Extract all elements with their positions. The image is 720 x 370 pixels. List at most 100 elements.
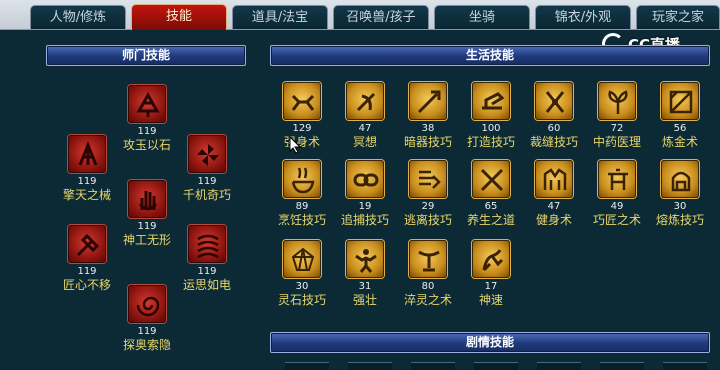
- skill-level: 129: [292, 123, 312, 134]
- skill-level: 29: [421, 201, 435, 212]
- skill-name: 匠心不移: [62, 278, 111, 292]
- skill-level: 30: [673, 201, 687, 212]
- meditation-icon: [346, 82, 384, 120]
- sect-skill-4[interactable]: 119 神工无形: [117, 180, 177, 247]
- body-strength-icon: [283, 82, 321, 120]
- plot-skill-slot[interactable]: [285, 362, 329, 370]
- life-skill-9[interactable]: 19 追捕技巧: [335, 160, 395, 227]
- sect-skill-2[interactable]: 119 擎天之械: [57, 135, 117, 202]
- life-skill-1[interactable]: 129 强身术: [272, 82, 332, 149]
- life-skill-6[interactable]: 72 中药医理: [587, 82, 647, 149]
- skill-level: 119: [137, 326, 157, 337]
- skill-level: 60: [547, 123, 561, 134]
- skill-name: 强壮: [352, 293, 377, 307]
- swirl-icon: [188, 225, 226, 263]
- tab-home[interactable]: 玩家之家: [636, 5, 720, 29]
- plot-skill-slot[interactable]: [348, 362, 392, 370]
- skill-level: 119: [77, 266, 97, 277]
- tab-items[interactable]: 道具/法宝: [232, 5, 328, 29]
- sect-skill-1[interactable]: 119 攻玉以石: [117, 85, 177, 152]
- skill-name: 淬灵之术: [403, 293, 452, 307]
- sect-skill-3[interactable]: 119 千机奇巧: [177, 135, 237, 202]
- muscle-icon: [346, 240, 384, 278]
- life-skill-3[interactable]: 38 暗器技巧: [398, 82, 458, 149]
- skill-name: 神工无形: [122, 233, 171, 247]
- tab-appearance[interactable]: 锦衣/外观: [535, 5, 631, 29]
- alchemy-icon: [661, 82, 699, 120]
- sect-skill-7[interactable]: 119 探奥索隐: [117, 285, 177, 352]
- sect-skill-5[interactable]: 119 匠心不移: [57, 225, 117, 292]
- hammer-icon: [68, 225, 106, 263]
- life-skill-12[interactable]: 47 健身术: [524, 160, 584, 227]
- skill-level: 47: [547, 201, 561, 212]
- skill-name: 烹饪技巧: [277, 213, 326, 227]
- plot-skill-slot[interactable]: [663, 362, 707, 370]
- fitness-icon: [535, 160, 573, 198]
- life-skill-16[interactable]: 31 强壮: [335, 240, 395, 307]
- skill-level: 119: [197, 176, 217, 187]
- scissors-icon: [535, 82, 573, 120]
- life-skill-10[interactable]: 29 逃离技巧: [398, 160, 458, 227]
- gem-crush-icon: [128, 85, 166, 123]
- pinwheel-icon: [188, 135, 226, 173]
- hand-icon: [128, 180, 166, 218]
- sect-skills-header: 师门技能: [46, 45, 246, 66]
- cooking-icon: [283, 160, 321, 198]
- skill-level: 31: [358, 281, 372, 292]
- skill-name: 巧匠之术: [592, 213, 641, 227]
- herb-icon: [598, 82, 636, 120]
- skill-level: 56: [673, 123, 687, 134]
- health-icon: [472, 160, 510, 198]
- life-skill-15[interactable]: 30 灵石技巧: [272, 240, 332, 307]
- plot-skill-slot[interactable]: [474, 362, 518, 370]
- skill-name: 千机奇巧: [182, 188, 231, 202]
- life-skill-7[interactable]: 56 炼金术: [650, 82, 710, 149]
- skill-level: 119: [137, 126, 157, 137]
- tower-mech-icon: [68, 135, 106, 173]
- plot-skill-slot[interactable]: [600, 362, 644, 370]
- sect-skill-6[interactable]: 119 运思如电: [177, 225, 237, 292]
- skill-name: 养生之道: [466, 213, 515, 227]
- skill-name: 暗器技巧: [403, 135, 452, 149]
- tab-bar: 人物/修炼 技能 道具/法宝 召唤兽/孩子 坐骑 锦衣/外观 玩家之家: [0, 0, 720, 30]
- skill-name: 灵石技巧: [277, 293, 326, 307]
- forging-icon: [472, 82, 510, 120]
- plot-skill-slot[interactable]: [537, 362, 581, 370]
- life-skill-18[interactable]: 17 神速: [461, 240, 521, 307]
- dart-icon: [409, 82, 447, 120]
- skill-name: 裁缝技巧: [529, 135, 578, 149]
- tab-summons[interactable]: 召唤兽/孩子: [333, 5, 429, 29]
- skill-level: 30: [295, 281, 309, 292]
- life-skill-14[interactable]: 30 熔炼技巧: [650, 160, 710, 227]
- craftsman-icon: [598, 160, 636, 198]
- life-skill-8[interactable]: 89 烹饪技巧: [272, 160, 332, 227]
- tab-mounts[interactable]: 坐骑: [434, 5, 530, 29]
- tempering-icon: [409, 240, 447, 278]
- life-skill-4[interactable]: 100 打造技巧: [461, 82, 521, 149]
- life-skill-11[interactable]: 65 养生之道: [461, 160, 521, 227]
- plot-skill-slot[interactable]: [411, 362, 455, 370]
- spirit-stone-icon: [283, 240, 321, 278]
- skill-level: 65: [484, 201, 498, 212]
- skill-level: 119: [77, 176, 97, 187]
- escape-icon: [409, 160, 447, 198]
- skill-level: 17: [484, 281, 498, 292]
- smelting-icon: [661, 160, 699, 198]
- skill-name: 探奥索隐: [122, 338, 171, 352]
- skill-name: 冥想: [352, 135, 377, 149]
- life-skill-13[interactable]: 49 巧匠之术: [587, 160, 647, 227]
- speed-icon: [472, 240, 510, 278]
- skill-name: 打造技巧: [466, 135, 515, 149]
- skill-name: 运思如电: [182, 278, 231, 292]
- tab-character[interactable]: 人物/修炼: [30, 5, 126, 29]
- life-skill-17[interactable]: 80 淬灵之术: [398, 240, 458, 307]
- skill-name: 擎天之械: [62, 188, 111, 202]
- tab-skills[interactable]: 技能: [131, 4, 227, 30]
- skill-name: 中药医理: [592, 135, 641, 149]
- life-skill-2[interactable]: 47 冥想: [335, 82, 395, 149]
- skill-name: 追捕技巧: [340, 213, 389, 227]
- skill-name: 神速: [478, 293, 503, 307]
- life-skills-header: 生活技能: [270, 45, 710, 66]
- life-skill-5[interactable]: 60 裁缝技巧: [524, 82, 584, 149]
- chain-icon: [346, 160, 384, 198]
